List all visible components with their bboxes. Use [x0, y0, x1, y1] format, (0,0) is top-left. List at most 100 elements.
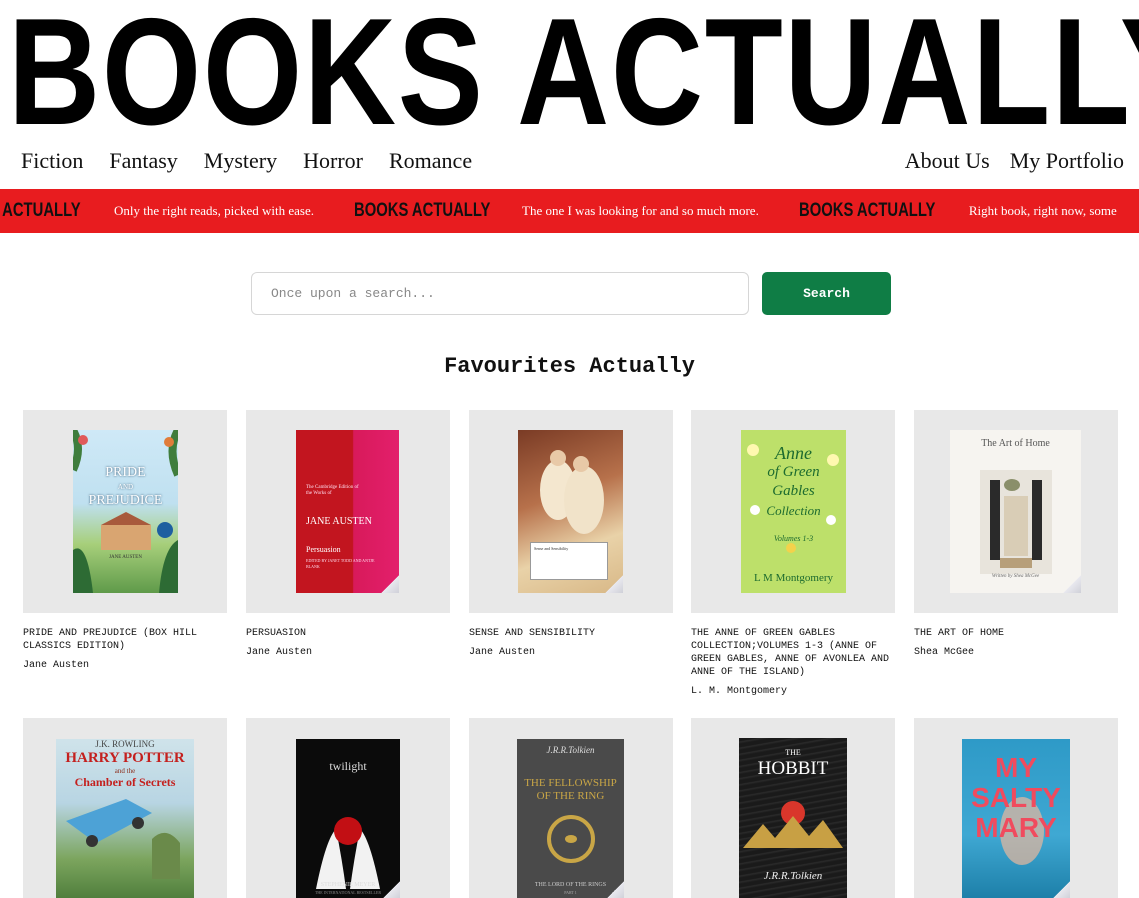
page-curl — [381, 575, 399, 593]
book-cover-frame[interactable]: twilight STEPHENIE MEYER THE INTERNATION… — [246, 718, 450, 898]
cover-text: HARRY POTTER — [65, 750, 185, 766]
marquee-brand: KS ACTUALLY — [0, 200, 81, 221]
book-card[interactable]: J.K. ROWLING HARRY POTTER and the Chambe… — [23, 718, 227, 898]
marquee-track: KS ACTUALLY Only the right reads, picked… — [0, 189, 1139, 233]
cover-text: SALTY — [971, 782, 1061, 813]
book-cover[interactable]: The Cambridge Edition of the Works of JA… — [296, 430, 399, 593]
cover-text: Written by Shea McGee — [991, 574, 1040, 579]
cover-text: PRIDE — [105, 465, 146, 480]
cover-text: Persuasion — [306, 545, 341, 554]
book-card[interactable]: PRIDE AND PREJUDICE JANE AUSTEN PRIDE AN… — [23, 410, 227, 672]
book-cover[interactable]: Sense and Sensibility — [518, 430, 623, 593]
book-cover[interactable]: The Art of Home Written by Shea McGee — [950, 430, 1081, 593]
cover-text: Anne — [775, 443, 812, 463]
book-cover[interactable]: J.R.R.Tolkien THE FELLOWSHIP OF THE RING… — [517, 739, 624, 898]
book-cover-frame[interactable]: J.K. ROWLING HARRY POTTER and the Chambe… — [23, 718, 227, 898]
cover-text: Volumes 1-3 — [773, 534, 814, 543]
nav-about-us[interactable]: About Us — [905, 146, 990, 176]
nav-fantasy[interactable]: Fantasy — [109, 146, 177, 176]
cover-text: The Cambridge Edition of the Works of — [306, 485, 359, 496]
search-button[interactable]: Search — [762, 272, 891, 315]
cover-text: Sense and Sensibility — [530, 542, 608, 580]
book-cover[interactable]: twilight STEPHENIE MEYER THE INTERNATION… — [296, 739, 400, 898]
site-nav: About Us My Portfolio — [905, 146, 1124, 176]
book-card[interactable]: Anne of Green Gables Collection Volumes … — [691, 410, 895, 698]
book-cover-frame[interactable]: THE HOBBIT J.R.R.Tolkien — [691, 718, 895, 898]
book-title[interactable]: SENSE AND SENSIBILITY — [469, 627, 673, 640]
nav-my-portfolio[interactable]: My Portfolio — [1010, 146, 1124, 176]
cover-text: JANE AUSTEN — [109, 555, 142, 560]
cover-text: J.R.R.Tolkien — [546, 745, 595, 755]
cover-text: JANE AUSTEN — [306, 516, 372, 527]
book-author: Jane Austen — [469, 647, 536, 658]
book-cover[interactable]: THE HOBBIT J.R.R.Tolkien — [739, 738, 847, 898]
cover-text: L M Montgomery — [753, 572, 834, 584]
genre-nav: Fiction Fantasy Mystery Horror Romance — [21, 146, 472, 176]
cover-text: AND — [117, 483, 134, 491]
nav-fiction[interactable]: Fiction — [21, 146, 83, 176]
page-curl — [606, 881, 624, 898]
book-title[interactable]: PERSUASION — [246, 627, 450, 640]
nav-romance[interactable]: Romance — [389, 146, 472, 176]
book-cover-frame[interactable]: MY SALTY MARY — [914, 718, 1118, 898]
book-title[interactable]: THE ART OF HOME — [914, 627, 1118, 640]
page-curl — [382, 881, 400, 898]
cover-text: J.K. ROWLING — [95, 739, 155, 749]
book-cover-frame[interactable]: Anne of Green Gables Collection Volumes … — [691, 410, 895, 613]
cover-art — [73, 430, 178, 593]
book-cover[interactable]: J.K. ROWLING HARRY POTTER and the Chambe… — [56, 739, 194, 898]
book-card[interactable]: J.R.R.Tolkien THE FELLOWSHIP OF THE RING… — [469, 718, 673, 898]
book-cover-frame[interactable]: J.R.R.Tolkien THE FELLOWSHIP OF THE RING… — [469, 718, 673, 898]
cover-text: EDITED BY JANET TODD AND ANTJE BLANK — [306, 558, 375, 569]
nav-horror[interactable]: Horror — [303, 146, 363, 176]
book-author: L. M. Montgomery — [691, 686, 788, 697]
cover-text: and the — [114, 767, 136, 775]
marquee-tagline: The one I was looking for and so much mo… — [522, 203, 759, 218]
book-card[interactable]: MY SALTY MARY — [914, 718, 1118, 898]
cover-text: OF THE RING — [536, 790, 605, 802]
book-cover[interactable]: PRIDE AND PREJUDICE JANE AUSTEN — [73, 430, 178, 593]
marquee-tagline: Right book, right now, some — [968, 203, 1117, 218]
book-cover-frame[interactable]: PRIDE AND PREJUDICE JANE AUSTEN — [23, 410, 227, 613]
cover-text: MY — [995, 752, 1037, 783]
cover-text: MARY — [975, 812, 1057, 843]
marquee-banner: KS ACTUALLY Only the right reads, picked… — [0, 189, 1139, 233]
cover-text: THE FELLOWSHIP — [524, 777, 617, 789]
book-title[interactable]: PRIDE AND PREJUDICE (BOX HILL CLASSICS E… — [23, 627, 227, 653]
book-title[interactable]: THE ANNE OF GREEN GABLES COLLECTION;VOLU… — [691, 627, 895, 679]
cover-text: of Green — [767, 464, 820, 480]
book-card[interactable]: twilight STEPHENIE MEYER THE INTERNATION… — [246, 718, 450, 898]
cover-text: Collection — [766, 503, 821, 518]
site-title[interactable]: BOOKS ACTUALLY — [8, 0, 1139, 148]
page-curl — [1063, 575, 1081, 593]
cover-art — [547, 815, 595, 863]
section-title: Favourites Actually — [444, 354, 695, 379]
marquee-brand: BOOKS ACTUALLY — [798, 200, 936, 221]
book-card[interactable]: THE HOBBIT J.R.R.Tolkien — [691, 718, 895, 898]
book-card[interactable]: The Art of Home Written by Shea McGee TH… — [914, 410, 1118, 659]
cover-text: twilight — [329, 759, 367, 773]
book-cover-frame[interactable]: Sense and Sensibility — [469, 410, 673, 613]
book-cover[interactable]: Anne of Green Gables Collection Volumes … — [741, 430, 846, 593]
book-cover-frame[interactable]: The Cambridge Edition of the Works of JA… — [246, 410, 450, 613]
book-cover-frame[interactable]: The Art of Home Written by Shea McGee — [914, 410, 1118, 613]
book-card[interactable]: Sense and Sensibility SENSE AND SENSIBIL… — [469, 410, 673, 659]
cover-text: THE — [785, 748, 801, 757]
cover-text: PREJUDICE — [88, 493, 163, 508]
page-curl — [605, 575, 623, 593]
page-curl — [1052, 881, 1070, 898]
cover-text: The Art of Home — [981, 438, 1050, 449]
nav-mystery[interactable]: Mystery — [204, 146, 277, 176]
book-author: Shea McGee — [914, 647, 975, 658]
marquee-tagline: Only the right reads, picked with ease. — [114, 203, 314, 218]
search-input[interactable] — [251, 272, 749, 315]
cover-text: HOBBIT — [757, 758, 829, 779]
marquee-brand: BOOKS ACTUALLY — [354, 200, 491, 221]
book-card[interactable]: The Cambridge Edition of the Works of JA… — [246, 410, 450, 659]
book-cover[interactable]: MY SALTY MARY — [962, 739, 1070, 898]
cover-art — [980, 470, 1052, 574]
cover-text: J.R.R.Tolkien — [763, 870, 823, 882]
book-author: Jane Austen — [23, 660, 90, 671]
cover-text: Chamber of Secrets — [74, 775, 176, 789]
cover-text: Gables — [772, 483, 815, 499]
